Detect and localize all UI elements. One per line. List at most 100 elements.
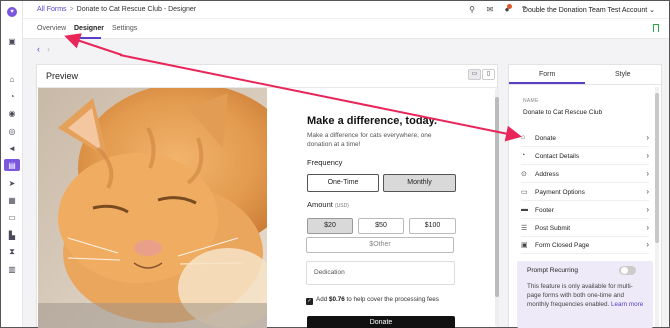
amount-label: Amount (USD)	[307, 200, 349, 209]
form-name-value[interactable]: Donate to Cat Rescue Club	[523, 109, 602, 116]
forms-icon[interactable]: ▤	[4, 159, 20, 171]
id-card-icon[interactable]: ▦	[4, 194, 20, 206]
chevron-right-icon: ›	[646, 133, 649, 142]
tab-settings[interactable]: Settings	[112, 25, 137, 32]
left-sidebar: ♥ ▣ ⌂ ◔ ◉ ◎ ◄ ▤ ➤ ▦ ▭ ▙ ⧗ ▥	[1, 1, 23, 327]
chevron-right-icon: ›	[646, 205, 649, 214]
account-menu[interactable]: Double the Donation Team Test Account ⌄	[523, 6, 655, 14]
preview-scrollbar[interactable]	[495, 89, 499, 326]
tab-designer[interactable]: Designer	[74, 25, 104, 32]
footer-icon: ▬	[521, 206, 528, 213]
section-label: Donate	[535, 135, 556, 142]
amount-label-text: Amount	[307, 200, 333, 209]
checklist-icon: ☰	[521, 225, 528, 232]
cover-fees-text-post: to help cover the processing fees	[344, 296, 439, 303]
tab-overview[interactable]: Overview	[37, 25, 66, 32]
section-label: Payment Options	[535, 189, 585, 196]
tab-form[interactable]: Form	[539, 71, 555, 78]
chevron-right-icon: ›	[646, 187, 649, 196]
form-settings-panel: Form Style NAME Donate to Cat Rescue Clu…	[508, 64, 662, 328]
section-donate[interactable]: ⌂ Donate ›	[521, 130, 649, 147]
donation-form: Make a difference, today. Make a differe…	[307, 88, 457, 328]
closed-page-icon: ▣	[521, 242, 528, 249]
section-post-submit[interactable]: ☰ Post Submit ›	[521, 220, 649, 237]
breadcrumb-separator: >	[69, 6, 74, 13]
dedication-field[interactable]: Dedication	[306, 261, 455, 285]
hourglass-icon[interactable]: ⧗	[4, 246, 20, 258]
breadcrumb: All Forms > Donate to Cat Rescue Club - De…	[37, 6, 196, 13]
section-contact-details[interactable]: ◔ Contact Details ›	[521, 148, 649, 165]
frequency-monthly-button[interactable]: Monthly	[383, 174, 456, 192]
search-icon[interactable]: ⚲	[467, 5, 477, 15]
tab-divider	[509, 84, 661, 85]
bookmark-icon[interactable]	[653, 24, 659, 32]
cat-illustration	[38, 88, 267, 328]
mobile-view-icon[interactable]: ▯	[482, 69, 495, 80]
form-headline: Make a difference, today.	[307, 115, 438, 127]
tab-style[interactable]: Style	[615, 71, 631, 78]
chevron-right-icon: ›	[646, 240, 649, 249]
frequency-one-time-button[interactable]: One-Time	[307, 174, 379, 192]
prompt-recurring-toggle[interactable]	[619, 266, 636, 275]
section-label: Footer	[535, 207, 554, 214]
target-icon[interactable]: ◎	[4, 125, 20, 137]
top-bar: All Forms > Donate to Cat Rescue Club - De…	[23, 1, 669, 19]
section-address[interactable]: ⊙ Address ›	[521, 166, 649, 183]
preview-scroll-thumb[interactable]	[495, 97, 499, 297]
section-label: Form Closed Page	[535, 242, 590, 249]
dedication-label: Dedication	[314, 269, 345, 276]
prompt-recurring-title: Prompt Recurring	[527, 267, 578, 274]
user-icon[interactable]: ◔	[4, 90, 20, 102]
home-icon[interactable]: ⌂	[4, 73, 20, 85]
heart-logo-icon[interactable]: ♥	[7, 7, 17, 17]
donate-button[interactable]: Donate	[307, 316, 455, 328]
amount-100-button[interactable]: $100	[409, 218, 456, 234]
credit-card-icon: ▭	[521, 189, 528, 196]
section-label: Post Submit	[535, 225, 571, 232]
nav-row: ‹ ›	[23, 39, 669, 61]
breadcrumb-all-forms[interactable]: All Forms	[37, 6, 67, 13]
other-amount-input[interactable]: $Other	[306, 237, 454, 253]
name-label: NAME	[523, 98, 539, 104]
page-tabs: Overview Designer Settings	[23, 19, 669, 39]
map-pin-icon: ⊙	[521, 171, 527, 178]
cover-fees-checkbox[interactable]: ✓	[306, 298, 313, 305]
form-subtext: Make a difference for cats everywhere, o…	[307, 132, 432, 148]
preview-title: Preview	[46, 71, 79, 81]
section-payment-options[interactable]: ▭ Payment Options ›	[521, 184, 649, 201]
amount-currency: (USD)	[334, 203, 349, 209]
cover-fees-amount: $0.76	[328, 296, 345, 303]
gift-icon[interactable]: ▣	[4, 35, 20, 47]
amount-20-button[interactable]: $20	[307, 218, 353, 234]
preview-panel: Preview ▭ ▯ Make a difference, today. Ma…	[36, 64, 499, 328]
panel-scroll-thumb[interactable]	[655, 93, 659, 243]
chevron-right-icon: ›	[646, 169, 649, 178]
chat-icon[interactable]: ▭	[4, 211, 20, 223]
bank-icon: ⌂	[521, 134, 526, 141]
cover-fees-option[interactable]: ✓ Add $0.76 to help cover the processing …	[306, 296, 439, 305]
donor-icon[interactable]: ◉	[4, 107, 20, 119]
learn-more-link[interactable]: Learn more	[611, 301, 643, 308]
chart-icon[interactable]: ▙	[4, 229, 20, 241]
cat-photo	[38, 88, 267, 328]
database-icon[interactable]: ▥	[4, 263, 20, 275]
desktop-view-icon[interactable]: ▭	[468, 69, 481, 80]
amount-50-button[interactable]: $50	[358, 218, 404, 234]
section-label: Contact Details	[535, 153, 580, 160]
megaphone-icon[interactable]: ◄	[4, 142, 20, 154]
panel-scrollbar[interactable]	[655, 87, 659, 327]
chevron-down-icon: ⌄	[649, 7, 655, 14]
back-arrow-icon[interactable]: ‹	[37, 44, 40, 54]
section-form-closed-page[interactable]: ▣ Form Closed Page ›	[521, 237, 649, 254]
forward-arrow-icon[interactable]: ›	[47, 44, 50, 54]
chevron-right-icon: ›	[646, 223, 649, 232]
person-icon: ◔	[521, 152, 526, 159]
send-icon[interactable]: ➤	[4, 177, 20, 189]
chevron-right-icon: ›	[646, 151, 649, 160]
section-label: Address	[535, 171, 559, 178]
prompt-recurring-text: This feature is only available for multi…	[527, 282, 645, 309]
frequency-label: Frequency	[307, 158, 343, 167]
mail-icon[interactable]: ✉	[485, 5, 495, 15]
prompt-recurring-box: Prompt Recurring This feature is only av…	[517, 261, 653, 328]
section-footer[interactable]: ▬ Footer ›	[521, 202, 649, 219]
